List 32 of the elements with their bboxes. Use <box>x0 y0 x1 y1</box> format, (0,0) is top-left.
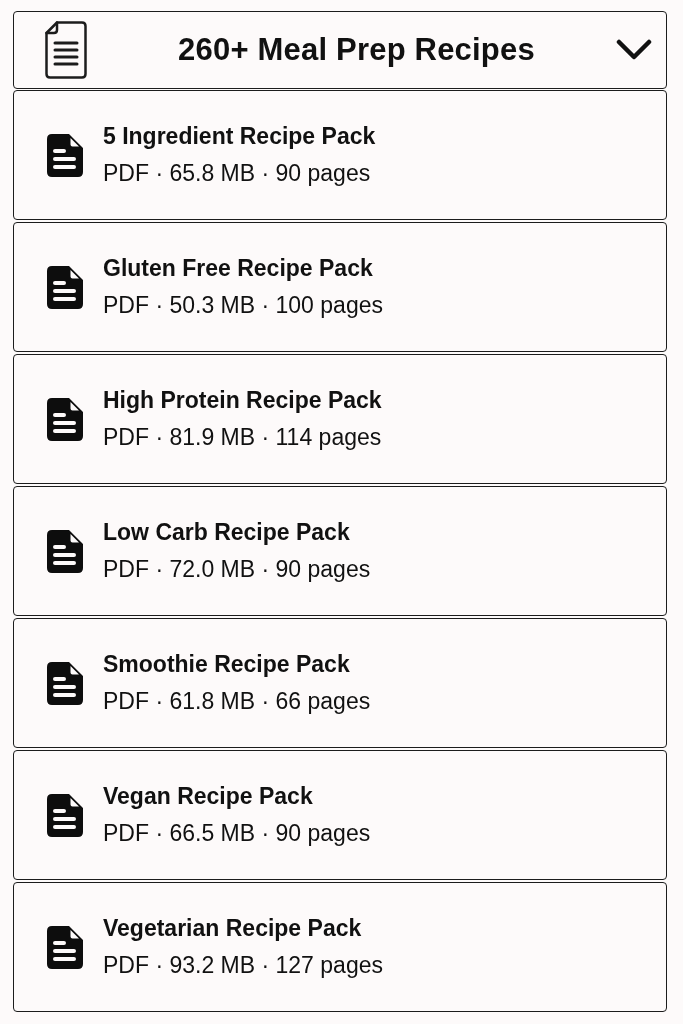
file-row[interactable]: High Protein Recipe Pack PDF · 81.9 MB · 114 pages <box>13 354 667 484</box>
file-meta: PDF · 81.9 MB · 114 pages <box>103 424 382 451</box>
file-row[interactable]: Gluten Free Recipe Pack PDF · 50.3 MB · 100 pages <box>13 222 667 352</box>
file-icon <box>47 133 83 177</box>
file-meta: PDF · 50.3 MB · 100 pages <box>103 292 383 319</box>
header-title: 260+ Meal Prep Recipes <box>177 32 536 68</box>
file-title: Smoothie Recipe Pack <box>103 651 351 678</box>
file-row[interactable]: Smoothie Recipe Pack PDF · 61.8 MB · 66 pages <box>13 618 667 748</box>
file-title: Vegetarian Recipe Pack <box>103 915 363 942</box>
dropdown-header[interactable]: 260+ Meal Prep Recipes <box>13 11 667 89</box>
file-row[interactable]: 5 Ingredient Recipe Pack PDF · 65.8 MB · 90 pages <box>13 90 667 220</box>
chevron-down-icon[interactable] <box>616 38 652 62</box>
file-meta: PDF · 65.8 MB · 90 pages <box>103 160 372 187</box>
document-icon <box>45 21 87 79</box>
file-icon <box>47 265 83 309</box>
file-icon <box>47 661 83 705</box>
file-icon <box>47 397 83 441</box>
file-row[interactable]: Vegetarian Recipe Pack PDF · 93.2 MB · 127 pages <box>13 882 667 1012</box>
file-icon <box>47 529 83 573</box>
file-meta: PDF · 93.2 MB · 127 pages <box>103 952 383 979</box>
file-title: Vegan Recipe Pack <box>103 783 314 810</box>
file-icon <box>47 925 83 969</box>
file-row[interactable]: Low Carb Recipe Pack PDF · 72.0 MB · 90 pages <box>13 486 667 616</box>
file-icon <box>47 793 83 837</box>
file-row[interactable]: Vegan Recipe Pack PDF · 66.5 MB · 90 pages <box>13 750 667 880</box>
file-title: High Protein Recipe Pack <box>103 387 382 414</box>
file-meta: PDF · 66.5 MB · 90 pages <box>103 820 371 847</box>
file-meta: PDF · 61.8 MB · 66 pages <box>103 688 371 715</box>
file-title: Gluten Free Recipe Pack <box>103 255 374 282</box>
file-title: 5 Ingredient Recipe Pack <box>103 123 376 150</box>
file-meta: PDF · 72.0 MB · 90 pages <box>103 556 371 583</box>
file-title: Low Carb Recipe Pack <box>103 519 351 546</box>
